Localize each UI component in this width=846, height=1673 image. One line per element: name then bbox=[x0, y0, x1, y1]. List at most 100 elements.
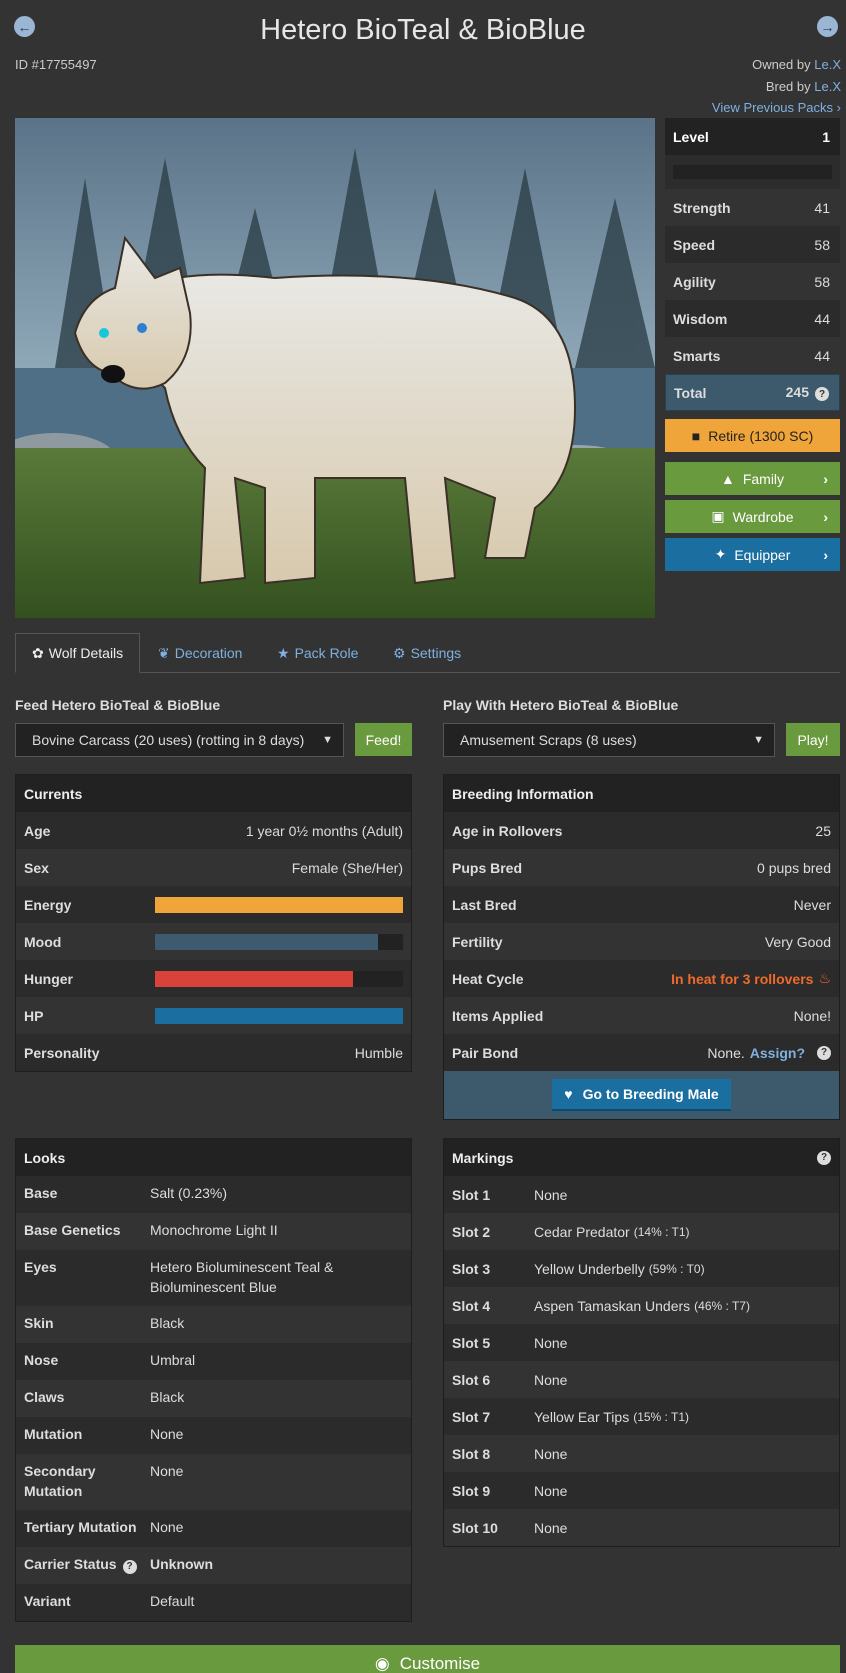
total-value: 245 bbox=[785, 383, 809, 400]
tab-label: Settings bbox=[410, 645, 462, 661]
row-label: Nose bbox=[24, 1352, 59, 1368]
help-icon[interactable]: ? bbox=[122, 1560, 137, 1574]
retire-button[interactable]: ■ Retire (1300 SC) bbox=[665, 419, 840, 452]
row-label: Mutation bbox=[24, 1426, 83, 1442]
row-mutation: Mutation None bbox=[16, 1417, 411, 1454]
stat-value: 58 bbox=[814, 236, 830, 253]
tab-pack-role[interactable]: ★ Pack Role bbox=[261, 633, 374, 673]
feed-select[interactable]: Bovine Carcass (20 uses) (rotting in 8 d… bbox=[15, 723, 344, 757]
row-label: Carrier Status bbox=[24, 1556, 117, 1572]
hunger-bar bbox=[155, 970, 403, 987]
row-label: Age bbox=[24, 822, 51, 839]
chevron-right-icon: › bbox=[833, 100, 841, 115]
row-label: Slot 2 bbox=[452, 1223, 491, 1240]
row-label: Pair Bond bbox=[452, 1044, 519, 1061]
row-fertility: Fertility Very Good bbox=[444, 923, 839, 960]
currents-title: Currents bbox=[16, 775, 411, 812]
row-label: Slot 7 bbox=[452, 1408, 491, 1425]
chevron-down-icon: ▼ bbox=[322, 734, 333, 746]
row-value: None bbox=[534, 1371, 568, 1388]
row-label: Tertiary Mutation bbox=[24, 1519, 137, 1535]
hp-bar-fill bbox=[155, 1007, 403, 1024]
feed-button[interactable]: Feed! bbox=[355, 723, 412, 756]
looks-title: Looks bbox=[16, 1139, 411, 1176]
row-label: Base Genetics bbox=[24, 1222, 121, 1238]
marking-row: Slot 5 None bbox=[444, 1324, 839, 1361]
help-icon[interactable]: ? bbox=[817, 1150, 831, 1165]
stats-panel: Level 1 Strength 41 Speed 58 Agility 58 Wis… bbox=[665, 118, 840, 411]
help-icon[interactable]: ? bbox=[817, 1045, 831, 1060]
row-label: Slot 3 bbox=[452, 1260, 491, 1277]
retire-label: Retire (1300 SC) bbox=[708, 427, 814, 444]
wardrobe-button[interactable]: ▣ Wardrobe › bbox=[665, 500, 840, 533]
row-secondary-mutation: Secondary Mutation None bbox=[16, 1454, 411, 1510]
energy-bar-fill bbox=[155, 896, 403, 913]
panel-title: Currents bbox=[24, 785, 83, 802]
stat-row-smarts: Smarts 44 bbox=[665, 337, 840, 374]
row-variant: Variant Default bbox=[16, 1584, 411, 1621]
marking-row: Slot 4 Aspen Tamaskan Unders (46% : T7) bbox=[444, 1287, 839, 1324]
wardrobe-label: Wardrobe bbox=[732, 508, 794, 525]
fire-icon: ♨ bbox=[818, 970, 831, 986]
stat-label: Smarts bbox=[673, 347, 721, 364]
family-button[interactable]: ▲ Family › bbox=[665, 462, 840, 495]
owner-link[interactable]: Le.X bbox=[814, 57, 841, 72]
play-button[interactable]: Play! bbox=[786, 723, 840, 756]
row-value: Black bbox=[150, 1315, 185, 1331]
wolf-image bbox=[15, 118, 655, 618]
stat-label: Agility bbox=[673, 273, 716, 290]
row-value: Yellow Ear Tips bbox=[534, 1408, 630, 1425]
row-label: Base bbox=[24, 1185, 58, 1201]
stat-row-total: Total 245? bbox=[665, 374, 840, 411]
stat-value: 44 bbox=[814, 347, 830, 364]
row-label: Variant bbox=[24, 1593, 71, 1609]
tab-label: Pack Role bbox=[294, 645, 359, 661]
tombstone-icon: ■ bbox=[691, 427, 701, 444]
marking-row: Slot 1 None bbox=[444, 1176, 839, 1213]
stat-row-wisdom: Wisdom 44 bbox=[665, 300, 840, 337]
row-label: Fertility bbox=[452, 933, 503, 950]
stat-label: Wisdom bbox=[673, 310, 728, 327]
panel-title: Breeding Information bbox=[452, 785, 594, 802]
marking-detail: (14% : T1) bbox=[633, 1224, 690, 1239]
view-previous-packs-link[interactable]: View Previous Packs › bbox=[712, 100, 841, 115]
markings-panel: Markings? Slot 1 None Slot 2 Cedar Predator… bbox=[443, 1138, 840, 1547]
row-age: Age 1 year 0½ months (Adult) bbox=[16, 812, 411, 849]
row-base: Base Salt (0.23%) bbox=[16, 1176, 411, 1213]
play-select[interactable]: Amusement Scraps (8 uses) ▼ bbox=[443, 723, 775, 757]
row-label: Pups Bred bbox=[452, 859, 523, 876]
row-base-genetics: Base Genetics Monochrome Light II bbox=[16, 1213, 411, 1250]
breeding-title: Breeding Information bbox=[444, 775, 839, 812]
tab-decoration[interactable]: ❦ Decoration bbox=[142, 633, 258, 673]
markings-title: Markings? bbox=[444, 1139, 839, 1176]
row-value: None bbox=[534, 1519, 568, 1536]
assign-link[interactable]: Assign? bbox=[750, 1045, 805, 1061]
marking-row: Slot 7 Yellow Ear Tips (15% : T1) bbox=[444, 1398, 839, 1435]
row-skin: Skin Black bbox=[16, 1306, 411, 1343]
breeder-link[interactable]: Le.X bbox=[814, 79, 841, 94]
row-value: 1 year 0½ months (Adult) bbox=[245, 822, 403, 839]
row-label: Heat Cycle bbox=[452, 970, 524, 987]
leaf-icon: ❦ bbox=[158, 644, 170, 661]
stat-value: 58 bbox=[814, 273, 830, 290]
row-value: Very Good bbox=[764, 933, 831, 950]
customise-button[interactable]: ◉ Customise bbox=[15, 1645, 840, 1673]
hunger-bar-fill bbox=[155, 970, 354, 987]
total-label: Total bbox=[674, 384, 707, 401]
tab-wolf-details[interactable]: ✿ Wolf Details bbox=[15, 633, 141, 673]
help-icon[interactable]: ? bbox=[815, 387, 829, 402]
equipper-button[interactable]: ✦ Equipper › bbox=[665, 538, 840, 571]
row-heat-cycle: Heat Cycle In heat for 3 rollovers ♨ bbox=[444, 960, 839, 997]
wolf-id: ID #17755497 bbox=[15, 57, 97, 72]
row-hunger: Hunger bbox=[16, 960, 411, 997]
carrier-status-link[interactable]: Unknown bbox=[150, 1554, 213, 1574]
row-claws: Claws Black bbox=[16, 1380, 411, 1417]
sparkle-icon: ✦ bbox=[714, 546, 727, 562]
go-to-breeding-male-button[interactable]: ♥ Go to Breeding Male bbox=[552, 1079, 731, 1111]
row-label: Age in Rollovers bbox=[452, 822, 563, 839]
marking-detail: (46% : T7) bbox=[694, 1298, 750, 1313]
feed-label: Feed Hetero BioTeal & BioBlue bbox=[15, 697, 221, 713]
stat-row-agility: Agility 58 bbox=[665, 263, 840, 300]
tab-settings[interactable]: ⚙ Settings bbox=[377, 633, 477, 673]
gear-icon: ⚙ bbox=[393, 644, 406, 661]
